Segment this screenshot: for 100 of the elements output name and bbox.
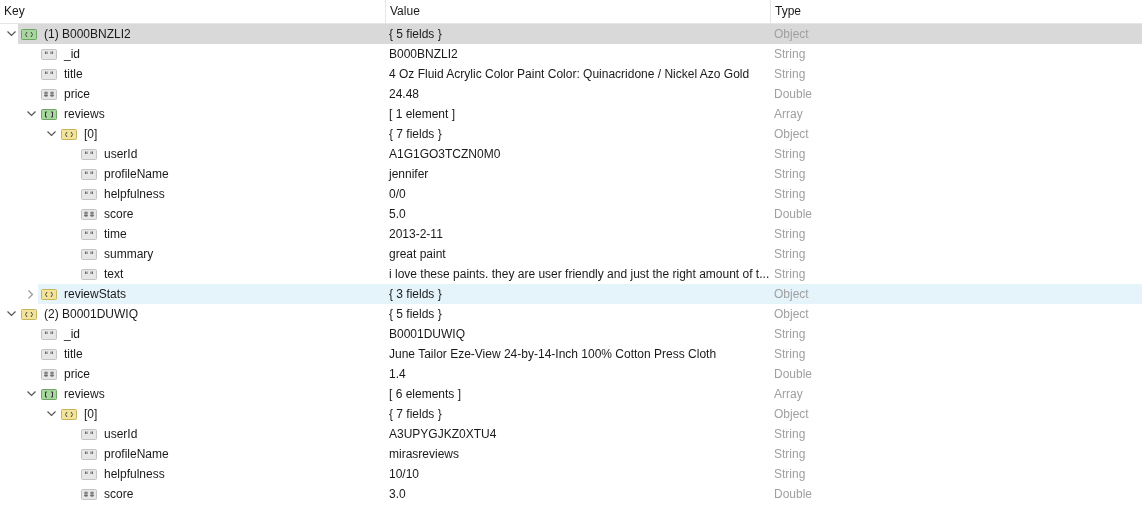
field-key: profileName bbox=[104, 167, 169, 181]
field-value: 4 Oz Fluid Acrylic Color Paint Color: Quinacridone / Nickel Azo Gold bbox=[388, 67, 751, 81]
field-value: B000BNZLI2 bbox=[388, 47, 459, 61]
object-icon bbox=[21, 28, 37, 40]
field-type: String bbox=[773, 67, 806, 81]
tree-row[interactable]: score 5.0 Double bbox=[78, 204, 1142, 224]
field-type: Object bbox=[773, 127, 809, 141]
field-key: [0] bbox=[84, 127, 98, 141]
tree-row[interactable]: time 2013-2-11 String bbox=[78, 224, 1142, 244]
field-value: mirasreviews bbox=[388, 447, 460, 461]
string-icon bbox=[81, 428, 97, 440]
field-key: price bbox=[64, 367, 90, 381]
field-key: _id bbox=[64, 327, 80, 341]
field-type: Object bbox=[773, 307, 809, 321]
field-value: 3.0 bbox=[388, 487, 407, 501]
tree-row[interactable]: (2) B0001DUWIQ { 5 fields } Object bbox=[18, 304, 1142, 324]
field-type: String bbox=[773, 247, 806, 261]
field-value: [ 1 element ] bbox=[388, 107, 457, 121]
tree-row[interactable]: [0] { 7 fields } Object bbox=[58, 124, 1142, 144]
string-icon bbox=[41, 48, 57, 60]
tree-row[interactable]: userId A3UPYGJKZ0XTU4 String bbox=[78, 424, 1142, 444]
field-value: B0001DUWIQ bbox=[388, 327, 467, 341]
tree-row[interactable]: _id B0001DUWIQ String bbox=[38, 324, 1142, 344]
field-key: (2) B0001DUWIQ bbox=[44, 307, 139, 321]
field-type: String bbox=[773, 167, 806, 181]
field-key: userId bbox=[104, 427, 138, 441]
chevron-down-icon[interactable] bbox=[26, 391, 36, 397]
tree-row[interactable]: reviews [ 6 elements ] Array bbox=[38, 384, 1142, 404]
column-header[interactable]: Type bbox=[770, 0, 1142, 23]
object-icon bbox=[41, 288, 57, 300]
tree-row[interactable]: helpfulness 10/10 String bbox=[78, 464, 1142, 484]
tree-row[interactable]: helpfulness 0/0 String bbox=[78, 184, 1142, 204]
chevron-down-icon[interactable] bbox=[46, 411, 56, 417]
tree-row[interactable]: userId A1G1GO3TCZN0M0 String bbox=[78, 144, 1142, 164]
number-icon bbox=[81, 488, 97, 500]
tree-row[interactable]: (1) B000BNZLI2 { 5 fields } Object bbox=[18, 24, 1142, 44]
field-key: _id bbox=[64, 47, 80, 61]
field-key: reviewStats bbox=[64, 287, 127, 301]
chevron-down-icon[interactable] bbox=[46, 131, 56, 137]
string-icon bbox=[81, 248, 97, 260]
tree-row[interactable]: summary great paint String bbox=[78, 244, 1142, 264]
chevron-down-icon[interactable] bbox=[6, 311, 16, 317]
field-type: String bbox=[773, 187, 806, 201]
tree-row[interactable]: price 1.4 Double bbox=[38, 364, 1142, 384]
field-type: Array bbox=[773, 107, 803, 121]
tree-row[interactable]: profileName jennifer String bbox=[78, 164, 1142, 184]
field-type: String bbox=[773, 147, 806, 161]
column-header[interactable]: Key bbox=[0, 0, 385, 23]
tree-row[interactable]: title 4 Oz Fluid Acrylic Color Paint Color: Quinacridone / Nickel Azo Gold String bbox=[38, 64, 1142, 84]
chevron-down-icon[interactable] bbox=[6, 31, 16, 37]
string-icon bbox=[41, 348, 57, 360]
string-icon bbox=[81, 148, 97, 160]
field-value: 0/0 bbox=[388, 187, 407, 201]
field-value: A1G1GO3TCZN0M0 bbox=[388, 147, 502, 161]
chevron-down-icon[interactable] bbox=[26, 111, 36, 117]
field-type: String bbox=[773, 327, 806, 341]
string-icon bbox=[81, 188, 97, 200]
tree-row[interactable]: price 24.48 Double bbox=[38, 84, 1142, 104]
field-key: reviews bbox=[64, 107, 105, 121]
field-type: Array bbox=[773, 387, 803, 401]
number-icon bbox=[81, 208, 97, 220]
field-key: title bbox=[64, 347, 83, 361]
tree-row[interactable]: profileName mirasreviews String bbox=[78, 444, 1142, 464]
tree-row[interactable]: _id B000BNZLI2 String bbox=[38, 44, 1142, 64]
field-type: String bbox=[773, 427, 806, 441]
field-value: great paint bbox=[388, 247, 447, 261]
field-type: Double bbox=[773, 367, 813, 381]
field-key: text bbox=[104, 267, 124, 281]
field-value: { 5 fields } bbox=[388, 307, 443, 321]
object-icon bbox=[61, 128, 77, 140]
string-icon bbox=[41, 328, 57, 340]
field-type: String bbox=[773, 467, 806, 481]
field-value: 1.4 bbox=[388, 367, 407, 381]
string-icon bbox=[81, 168, 97, 180]
field-key: time bbox=[104, 227, 127, 241]
field-value: 10/10 bbox=[388, 467, 421, 481]
field-value: i love these paints. they are user friendly and just the right amount of t... bbox=[388, 267, 770, 281]
field-type: Object bbox=[773, 407, 809, 421]
field-key: (1) B000BNZLI2 bbox=[44, 27, 131, 41]
field-type: Object bbox=[773, 27, 809, 41]
field-key: reviews bbox=[64, 387, 105, 401]
string-icon bbox=[81, 468, 97, 480]
tree-row[interactable]: reviews [ 1 element ] Array bbox=[38, 104, 1142, 124]
object-icon bbox=[61, 408, 77, 420]
tree-row[interactable]: title June Tailor Eze-View 24-by-14-Inch 100% Cotton Press Cloth String bbox=[38, 344, 1142, 364]
tree-row[interactable]: text i love these paints. they are user friendly and just the right amount of t... String bbox=[78, 264, 1142, 284]
field-type: Double bbox=[773, 207, 813, 221]
string-icon bbox=[41, 68, 57, 80]
field-key: summary bbox=[104, 247, 154, 261]
field-value: 5.0 bbox=[388, 207, 407, 221]
field-type: String bbox=[773, 267, 806, 281]
tree-row[interactable]: [0] { 7 fields } Object bbox=[58, 404, 1142, 424]
tree-row[interactable]: reviewStats { 3 fields } Object bbox=[38, 284, 1142, 304]
field-key: helpfulness bbox=[104, 187, 165, 201]
chevron-right-icon[interactable] bbox=[28, 289, 34, 299]
array-icon bbox=[41, 388, 57, 400]
object-icon bbox=[21, 308, 37, 320]
tree-row[interactable]: score 3.0 Double bbox=[78, 484, 1142, 504]
array-icon bbox=[41, 108, 57, 120]
column-header[interactable]: Value bbox=[385, 0, 770, 23]
